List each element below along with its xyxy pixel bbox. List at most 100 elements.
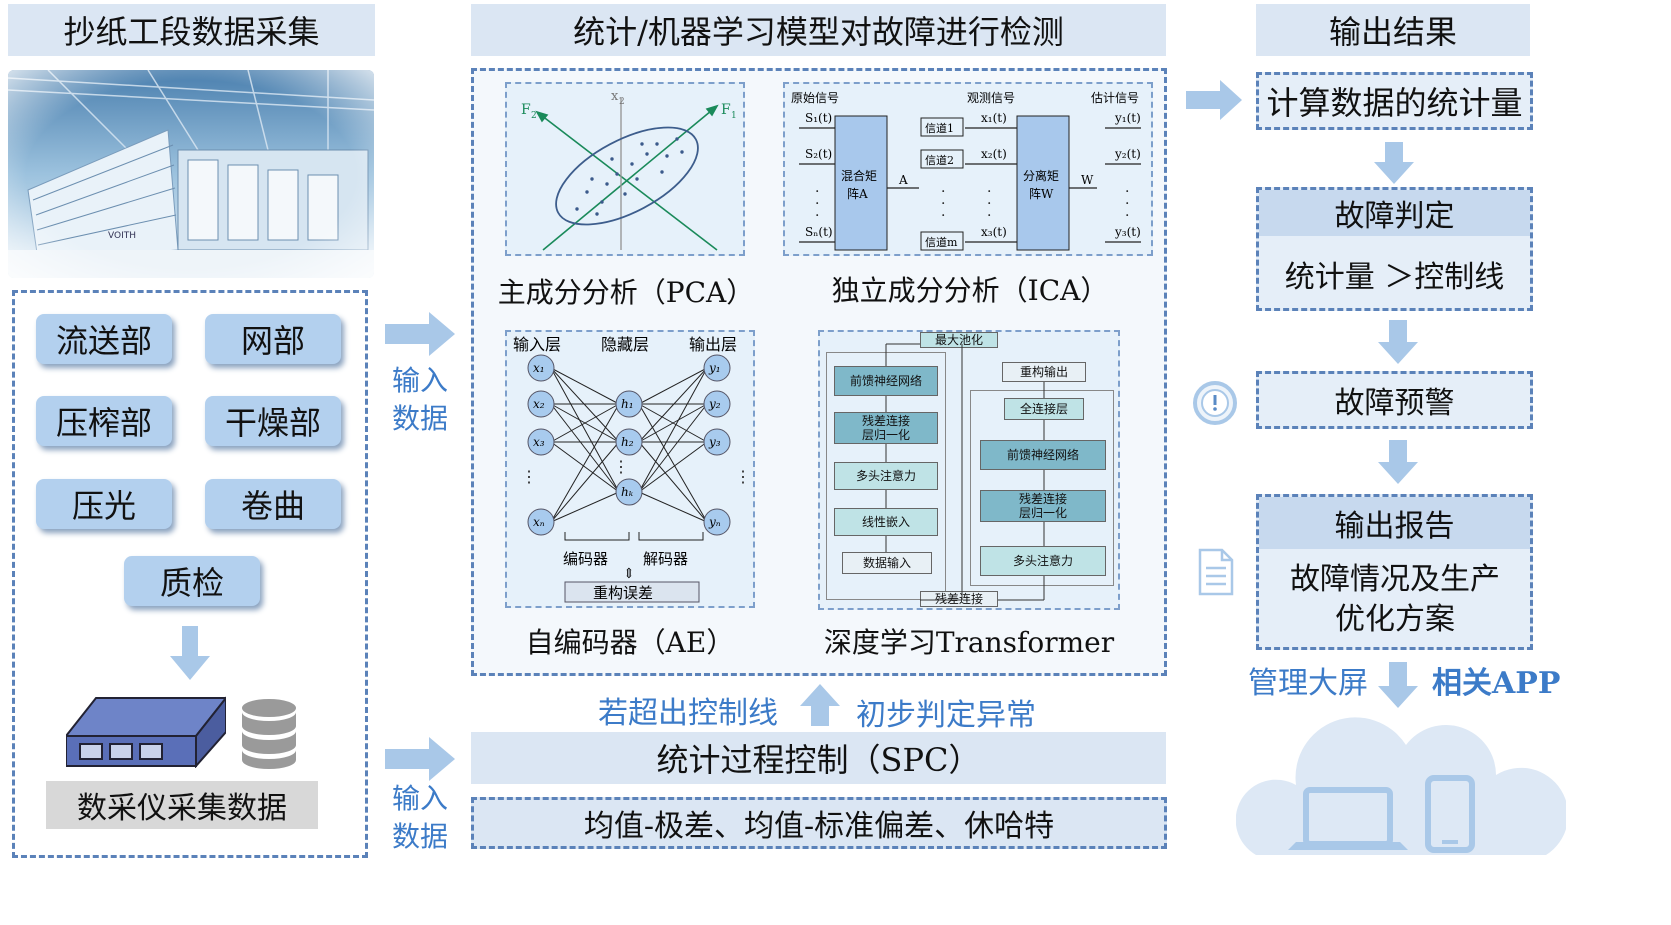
svg-text:观测信号: 观测信号 [967, 91, 1015, 105]
svg-text:y₁(t): y₁(t) [1114, 111, 1141, 125]
section-dry: 干燥部 [205, 396, 341, 446]
down-arrow-icon-2 [1374, 142, 1414, 184]
pca-diagram: F 2 x 2 F 1 [521, 89, 737, 251]
spc-methods: 均值-极差、均值-标准偏差、休哈特 [471, 797, 1167, 849]
database-icon [242, 699, 296, 769]
svg-text:xₙ: xₙ [533, 515, 545, 529]
initial-judge-label: 初步判定异常 [856, 698, 1036, 733]
right-title: 输出结果 [1256, 4, 1530, 56]
section-reel: 卷曲 [205, 479, 341, 529]
svg-text:·: · [941, 208, 945, 224]
svg-text:重构误差: 重构误差 [593, 584, 653, 602]
left-title: 抄纸工段数据采集 [8, 4, 375, 56]
svg-text:信道2: 信道2 [925, 153, 954, 167]
mix-matrix-label: 混合矩 [841, 168, 877, 183]
report-content: 故障情况及生产优化方案 [1290, 562, 1500, 637]
if-exceed-label: 若超出控制线 [598, 696, 778, 731]
svg-text:·: · [1125, 208, 1129, 224]
f1-label: F [721, 102, 731, 118]
svg-text:解码器: 解码器 [643, 550, 688, 568]
svg-text:y₂: y₂ [708, 397, 721, 411]
svg-text:x₁(t): x₁(t) [981, 111, 1007, 125]
fault-judge-title: 故障判定 [1259, 190, 1530, 236]
svg-text:信道m: 信道m [925, 235, 958, 249]
input-data-label-top: 输入 数据 [391, 364, 448, 435]
svg-text:输入层: 输入层 [513, 335, 561, 354]
svg-text:⋮: ⋮ [735, 467, 751, 486]
right-arrow-icon-3 [1186, 80, 1242, 120]
svg-text:S₁(t): S₁(t) [805, 111, 832, 125]
down-arrow-icon-5 [1378, 662, 1418, 708]
warning-icon [1193, 381, 1237, 425]
up-arrow-icon [800, 684, 840, 726]
section-flow: 流送部 [36, 314, 172, 364]
down-arrow-icon-3 [1378, 320, 1418, 364]
section-calender: 压光 [36, 479, 172, 529]
calc-stats-box: 计算数据的统计量 [1256, 72, 1533, 130]
device-label: 数采仪采集数据 [46, 781, 318, 829]
svg-text:·: · [987, 208, 991, 224]
stat-vs-ctrl: 统计量 ＞控制线 [1284, 260, 1505, 295]
document-icon [1198, 548, 1234, 596]
svg-text:原始信号: 原始信号 [791, 91, 839, 105]
svg-text:yₙ: yₙ [708, 515, 721, 529]
ica-panel: 原始信号 观测信号 估计信号 S₁(t) S₂(t) Sₙ(t) · · · · · ·… [783, 82, 1153, 256]
x2-label: x [611, 89, 619, 104]
right-arrow-icon [385, 312, 455, 356]
svg-text:隐藏层: 隐藏层 [601, 335, 649, 354]
svg-text:y₃(t): y₃(t) [1114, 225, 1141, 239]
right-arrow-icon-2 [385, 737, 455, 781]
svg-text:编码器: 编码器 [563, 550, 608, 568]
svg-text:Sₙ(t): Sₙ(t) [805, 225, 833, 239]
svg-text:估计信号: 估计信号 [1091, 91, 1139, 105]
svg-text:y₁: y₁ [708, 361, 721, 375]
svg-text:S₂(t): S₂(t) [805, 147, 832, 161]
svg-text:阵A: 阵A [847, 187, 868, 201]
f2-label: F [521, 102, 531, 118]
svg-text:y₂(t): y₂(t) [1114, 147, 1141, 161]
svg-text:分离矩: 分离矩 [1023, 168, 1059, 183]
ica-caption: 独立成分分析（ICA） [831, 274, 1109, 307]
f2-sub: 2 [531, 111, 537, 121]
transformer-connectors [885, 343, 1045, 601]
svg-text:⋮: ⋮ [521, 467, 537, 486]
svg-text:x₃: x₃ [533, 435, 545, 449]
fault-warning-box: 故障预警 [1256, 371, 1533, 429]
ica-diagram: 原始信号 观测信号 估计信号 S₁(t) S₂(t) Sₙ(t) ··· ···… [791, 91, 1141, 251]
cloud-devices-icon [1236, 717, 1566, 855]
down-arrow-icon-4 [1378, 440, 1418, 484]
output-report-title: 输出报告 [1259, 497, 1530, 549]
svg-text:x₁: x₁ [533, 361, 545, 375]
down-arrow-icon [170, 626, 210, 680]
svg-text:·: · [815, 208, 819, 224]
svg-text:A: A [898, 173, 908, 187]
f1-sub: 1 [731, 111, 737, 121]
ae-panel: 输入层 隐藏层 输出层 x₁ x₂ x₃ xₙ h₁ h₂ hₖ y₁ y₂ y₃ yₙ [505, 330, 755, 608]
ae-caption: 自编码器（AE） [525, 626, 735, 659]
ae-diagram: 输入层 隐藏层 输出层 x₁ x₂ x₃ xₙ h₁ h₂ hₖ y₁ y₂ y₃ yₙ [513, 335, 751, 603]
input-data-label-bottom: 输入 数据 [391, 782, 448, 853]
section-qc: 质检 [124, 556, 260, 606]
svg-text:x₂: x₂ [533, 397, 545, 411]
section-press: 压榨部 [36, 396, 172, 446]
middle-title: 统计/机器学习模型对故障进行检测 [471, 4, 1166, 56]
factory-photo: VOITH [8, 70, 374, 278]
data-collector-icon [66, 696, 226, 768]
svg-text:输出层: 输出层 [689, 335, 737, 354]
svg-text:hₖ: hₖ [621, 485, 634, 499]
factory-photo-image: VOITH [8, 70, 374, 278]
svg-text:y₃: y₃ [708, 435, 721, 449]
svg-text:h₁: h₁ [621, 397, 634, 411]
pca-caption: 主成分分析（PCA） [497, 276, 755, 309]
svg-text:⇕: ⇕ [623, 566, 635, 582]
svg-text:h₂: h₂ [621, 435, 634, 449]
screen-label: 管理大屏 [1248, 666, 1368, 701]
x2-sub: 2 [619, 97, 625, 107]
pca-panel: F 2 x 2 F 1 [505, 82, 745, 256]
svg-text:阵W: 阵W [1029, 187, 1054, 201]
svg-text:x₂(t): x₂(t) [981, 147, 1007, 161]
svg-text:信道1: 信道1 [925, 121, 954, 135]
spc-title: 统计过程控制（SPC） [471, 732, 1166, 784]
app-label: 相关APP [1432, 666, 1561, 701]
svg-text:W: W [1081, 173, 1094, 187]
